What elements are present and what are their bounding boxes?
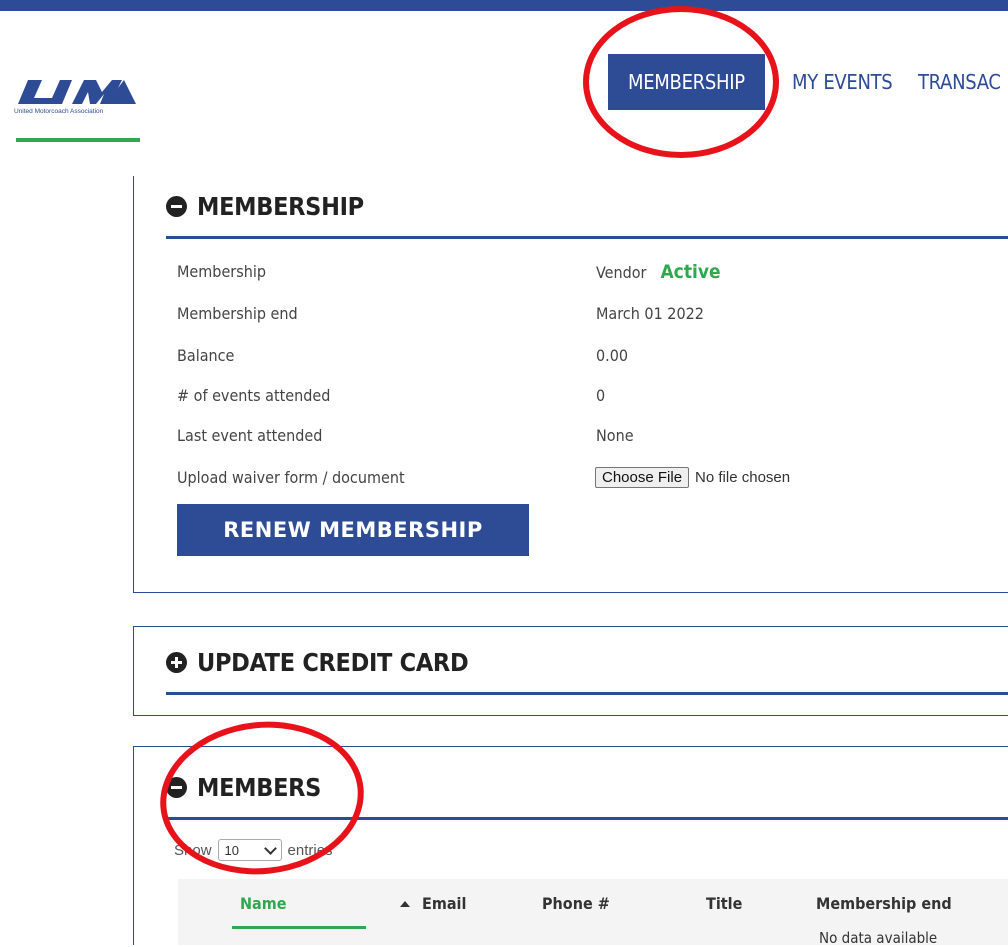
membership-title: MEMBERSHIP [197,191,364,221]
status-badge: Active [660,261,721,283]
row-label: Upload waiver form / document [177,468,405,487]
empty-table-message: No data available [819,929,938,947]
top-bar [0,0,1008,11]
sort-asc-icon [400,901,410,907]
update-credit-card-title: UPDATE CREDIT CARD [197,647,469,677]
table-header: Name Email Phone # Title Membership end [178,879,1008,929]
nav-membership[interactable]: MEMBERSHIP [608,54,765,110]
entries-value: 10 [224,842,239,858]
collapse-icon[interactable] [166,195,187,217]
membership-panel: MEMBERSHIP Membership Vendor Active Membe… [133,176,1008,593]
nav-my-events[interactable]: MY EVENTS [792,54,893,110]
row-label: Balance [177,346,235,365]
membership-row: Membership Vendor Active [177,252,1007,292]
chevron-down-icon [263,841,277,855]
membership-end-row: Membership end March 01 2022 [177,294,1007,334]
column-phone[interactable]: Phone # [542,879,610,929]
upload-row: Upload waiver form / document Choose Fil… [177,458,1007,498]
membership-type: Vendor [596,263,647,282]
row-label: Last event attended [177,426,323,445]
column-email[interactable]: Email [422,879,466,929]
row-label: # of events attended [177,386,331,405]
row-value: None [596,426,634,445]
sort-underline [232,926,366,929]
row-label: Membership [177,262,266,281]
row-value: March 01 2022 [596,304,704,323]
nav-transactions[interactable]: TRANSAC [918,54,1001,110]
entries-select[interactable]: 10 [217,839,282,861]
entries-label: entries [287,841,333,859]
row-label: Membership end [177,304,298,323]
logo-underline [16,138,140,142]
file-status: No file chosen [695,469,791,486]
file-input: Choose File No file chosen [595,467,790,488]
show-entries: Show 10 entries [174,839,333,861]
update-credit-card-header[interactable]: UPDATE CREDIT CARD [166,632,1008,695]
update-credit-card-panel: UPDATE CREDIT CARD [133,626,1008,716]
row-value: Vendor Active [596,252,721,293]
uma-logo[interactable]: United Motorcoach Association [14,78,140,144]
renew-membership-button[interactable]: RENEW MEMBERSHIP [177,504,529,556]
uma-logo-mark [18,80,136,104]
members-header[interactable]: MEMBERS [166,757,1008,820]
column-membership-end[interactable]: Membership end [816,879,952,929]
column-title[interactable]: Title [706,879,742,929]
last-event-row: Last event attended None [177,416,1007,456]
members-table: Name Email Phone # Title Membership end … [178,879,1008,947]
collapse-icon[interactable] [166,776,187,798]
row-value: 0 [596,386,606,405]
balance-row: Balance 0.00 [177,336,1007,376]
events-attended-row: # of events attended 0 [177,376,1007,416]
column-name[interactable]: Name [240,879,287,929]
members-title: MEMBERS [197,772,322,802]
logo-caption: United Motorcoach Association [14,108,104,115]
row-value: 0.00 [596,346,629,365]
membership-header[interactable]: MEMBERSHIP [166,176,1008,239]
show-label: Show [174,841,212,859]
members-panel: MEMBERS Show 10 entries Name Email Phone… [133,746,1008,947]
expand-icon[interactable] [166,651,187,673]
choose-file-button[interactable]: Choose File [595,467,690,488]
